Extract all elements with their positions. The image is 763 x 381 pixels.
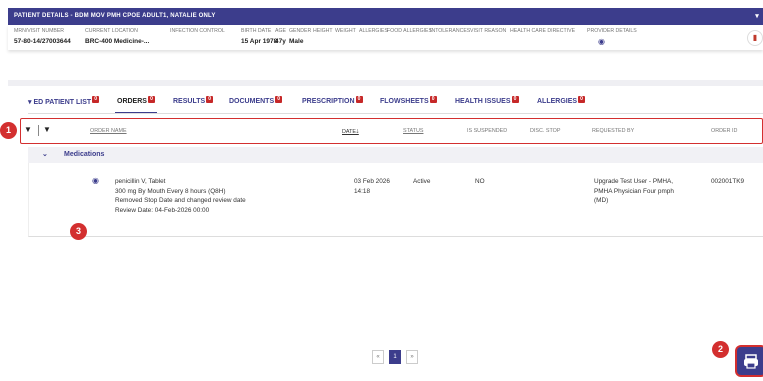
tab-badge: 0 xyxy=(92,96,100,103)
tab-badge: 0 xyxy=(206,96,214,103)
label-food-allergies: FOOD ALLERGIES xyxy=(387,28,432,34)
tab-prefix-caret: ▾ xyxy=(28,99,32,106)
column-disc-stop: DISC. STOP xyxy=(530,128,561,134)
column-order-name[interactable]: ORDER NAME xyxy=(90,128,127,134)
order-note-line: Removed Stop Date and changed review dat… xyxy=(115,197,246,204)
label-visit-reason: VISIT REASON xyxy=(470,28,507,34)
is-suspended-cell: NO xyxy=(475,178,485,185)
tab-badge: 0 xyxy=(147,96,155,103)
tab-orders[interactable]: ORDERS 0 xyxy=(115,96,157,114)
column-date[interactable]: DATE🡓 xyxy=(342,128,359,137)
tab-label: RESULTS xyxy=(173,98,206,105)
order-name-cell: penicillin V, Tablet 300 mg By Mouth Eve… xyxy=(115,177,246,215)
tab-label: FLOWSHEETS xyxy=(380,98,429,105)
column-is-suspended: IS SUSPENDED xyxy=(467,128,508,134)
annotation-marker-2: 2 xyxy=(712,341,729,358)
date-cell: 03 Feb 2026 14:18 xyxy=(354,177,390,196)
annotation-marker-1: 1 xyxy=(0,122,17,139)
label-health-care-directive: HEALTH CARE DIRECTIVE xyxy=(510,28,576,34)
tab-label: ALLERGIES xyxy=(537,98,578,105)
column-date-label: DATE xyxy=(342,129,356,135)
requested-by-line: Upgrade Test User - PMHA, xyxy=(594,178,674,185)
label-location: CURRENT LOCATION xyxy=(85,28,138,34)
tab-results[interactable]: RESULTS 0 xyxy=(173,96,214,105)
label-height: HEIGHT xyxy=(313,28,333,34)
label-allergies: ALLERGIES xyxy=(359,28,388,34)
time-line: 14:18 xyxy=(354,187,370,195)
label-mrn: MRN/VISIT NUMBER xyxy=(14,28,65,34)
mrn-value: 57-80-14/27003644 xyxy=(14,38,71,45)
eye-icon[interactable]: ◉ xyxy=(92,176,99,185)
label-provider-details: PROVIDER DETAILS xyxy=(587,28,637,34)
status-cell: Active xyxy=(413,178,431,185)
tab-underline xyxy=(28,113,763,114)
tab-prescription[interactable]: PRESCRIPTION 0 xyxy=(302,96,363,105)
table-row[interactable]: ◉ penicillin V, Tablet 300 mg By Mouth E… xyxy=(28,163,763,237)
tab-flowsheets[interactable]: FLOWSHEETS 0 xyxy=(380,96,437,105)
tab-documents[interactable]: DOCUMENTS 0 xyxy=(229,96,283,105)
annotation-marker-3: 3 xyxy=(70,223,87,240)
age-value: 47y xyxy=(275,38,286,45)
tab-badge: 0 xyxy=(511,96,519,103)
order-dose-line: 300 mg By Mouth Every 8 hours (Q8H) xyxy=(115,187,226,195)
order-review-line: Review Date: 04-Feb-2026 00:00 xyxy=(115,206,210,214)
collapse-caret-icon[interactable]: ▾ xyxy=(755,12,759,20)
tab-bar: ▾ ED PATIENT LIST 0 ORDERS 0 RESULTS 0 DOCU… xyxy=(28,92,763,114)
birth-date-value: 15 Apr 1978 xyxy=(241,38,278,45)
table-header-row: ▼ ▼ ORDER NAME DATE🡓 STATUS IS SUSPENDED… xyxy=(20,118,763,144)
label-gender: GENDER xyxy=(289,28,312,34)
tab-label: DOCUMENTS xyxy=(229,98,275,105)
tab-badge: 0 xyxy=(429,96,437,103)
column-requested-by: REQUESTED BY xyxy=(592,128,635,134)
label-age: AGE xyxy=(275,28,286,34)
eye-icon[interactable]: ◉ xyxy=(598,37,605,46)
patient-info-strip: MRN/VISIT NUMBER CURRENT LOCATION INFECT… xyxy=(8,25,763,50)
column-order-id: ORDER ID xyxy=(711,128,738,134)
filter-clear-icon[interactable]: ▼ xyxy=(43,125,51,134)
label-birth-date: BIRTH DATE xyxy=(241,28,272,34)
tab-badge: 0 xyxy=(578,96,586,103)
tab-label: ED PATIENT LIST xyxy=(33,99,92,106)
tab-badge: 0 xyxy=(275,96,283,103)
tab-label: ORDERS xyxy=(117,98,147,105)
label-weight: WEIGHT xyxy=(335,28,356,34)
column-status[interactable]: STATUS xyxy=(403,128,423,134)
prev-page-button[interactable]: « xyxy=(372,350,384,364)
print-button[interactable] xyxy=(737,347,763,375)
tab-badge: 0 xyxy=(355,96,363,103)
divider xyxy=(38,125,39,136)
date-line: 03 Feb 2026 xyxy=(354,178,390,185)
next-page-button[interactable]: » xyxy=(406,350,418,364)
label-intolerances: INTOLERANCES xyxy=(430,28,471,34)
requested-by-cell: Upgrade Test User - PMHA, PMHA Physician… xyxy=(594,177,674,206)
order-name-line: penicillin V, Tablet xyxy=(115,178,166,185)
tab-label: HEALTH ISSUES xyxy=(455,98,511,105)
sort-arrow-icon: 🡓 xyxy=(355,129,359,135)
requested-by-line: PMHA Physician Four pmph xyxy=(594,187,674,195)
group-medications[interactable]: ⌄ Medications xyxy=(28,147,763,163)
filter-icon[interactable]: ▼ xyxy=(24,125,32,134)
tab-ed-patient-list[interactable]: ▾ ED PATIENT LIST 0 xyxy=(28,96,100,106)
tab-label: PRESCRIPTION xyxy=(302,98,355,105)
label-infection-control: INFECTION CONTROL xyxy=(170,28,225,34)
chevron-down-icon[interactable]: ⌄ xyxy=(42,150,48,158)
group-label: Medications xyxy=(64,151,105,158)
order-id-cell: 002001TK9 xyxy=(711,178,745,185)
patient-details-header: PATIENT DETAILS - BDM MOV PMH CPOE ADULT… xyxy=(8,8,763,25)
tab-allergies[interactable]: ALLERGIES 0 xyxy=(537,96,586,105)
location-value: BRC-400 Medicine-... xyxy=(85,38,150,45)
gender-value: Male xyxy=(289,38,304,45)
page-button-current[interactable]: 1 xyxy=(389,350,401,364)
tab-health-issues[interactable]: HEALTH ISSUES 0 xyxy=(455,96,519,105)
header-title: PATIENT DETAILS - BDM MOV PMH CPOE ADULT… xyxy=(14,13,216,19)
requested-by-line: (MD) xyxy=(594,197,609,204)
section-divider xyxy=(8,80,763,86)
chart-icon[interactable]: ▮ xyxy=(747,30,763,46)
printer-icon xyxy=(744,354,758,369)
